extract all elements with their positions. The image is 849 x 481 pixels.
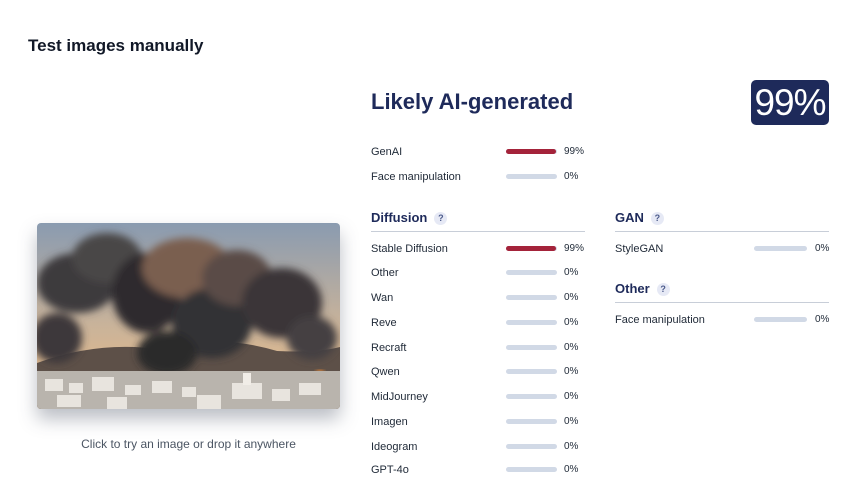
- other-row: Face manipulation 0%: [615, 312, 835, 328]
- uploaded-image-preview[interactable]: [37, 223, 340, 409]
- row-percent: 99%: [564, 146, 585, 157]
- verdict-title: Likely AI-generated: [371, 89, 574, 114]
- score-bar: [506, 444, 557, 449]
- diffusion-row: Stable Diffusion 99%: [371, 241, 591, 257]
- row-label: StyleGAN: [615, 243, 664, 255]
- row-label: Ideogram: [371, 441, 418, 453]
- score-bar: [506, 246, 557, 251]
- row-label: Face manipulation: [371, 171, 461, 183]
- section-title: GAN: [615, 210, 644, 225]
- score-bar: [506, 345, 557, 350]
- row-percent: 0%: [564, 464, 579, 475]
- row-percent: 0%: [564, 317, 579, 328]
- section-title: Diffusion: [371, 210, 428, 225]
- upload-hint: Click to try an image or drop it anywher…: [81, 437, 296, 451]
- row-percent: 0%: [564, 416, 579, 427]
- diffusion-row: Ideogram 0%: [371, 439, 591, 455]
- help-icon[interactable]: ?: [434, 212, 448, 225]
- row-label: Stable Diffusion: [371, 243, 448, 255]
- row-label: Qwen: [371, 366, 400, 378]
- score-bar: [506, 149, 557, 154]
- score-bar: [506, 369, 557, 374]
- row-percent: 0%: [815, 243, 830, 254]
- score-bar: [506, 419, 557, 424]
- smoke-over-city-image: [37, 223, 340, 409]
- help-icon[interactable]: ?: [650, 212, 664, 225]
- row-percent: 0%: [564, 267, 579, 278]
- row-percent: 0%: [564, 171, 579, 182]
- row-label: GPT-4o: [371, 464, 409, 476]
- summary-row: Face manipulation 0%: [371, 169, 591, 185]
- diffusion-row: Other 0%: [371, 265, 591, 281]
- score-bar: [506, 320, 557, 325]
- diffusion-row: GPT-4o 0%: [371, 462, 591, 478]
- row-percent: 0%: [815, 314, 830, 325]
- score-bar-fill: [506, 246, 557, 251]
- section-title: Other: [615, 281, 650, 296]
- section-other: Other?: [615, 281, 829, 303]
- help-icon[interactable]: ?: [656, 283, 670, 296]
- row-percent: 0%: [564, 342, 579, 353]
- score-bar: [506, 270, 557, 275]
- score-bar: [754, 246, 807, 251]
- score-bar: [506, 295, 557, 300]
- row-label: Reve: [371, 317, 397, 329]
- gan-row: StyleGAN 0%: [615, 241, 835, 257]
- row-label: Face manipulation: [615, 314, 705, 326]
- row-label: GenAI: [371, 146, 403, 158]
- score-bar: [506, 394, 557, 399]
- section-gan: GAN?: [615, 210, 829, 232]
- page-title: Test images manually: [28, 36, 204, 55]
- row-label: Wan: [371, 292, 394, 304]
- diffusion-row: Wan 0%: [371, 290, 591, 306]
- row-label: MidJourney: [371, 391, 428, 403]
- score-bar: [506, 174, 557, 179]
- row-percent: 0%: [564, 391, 579, 402]
- diffusion-row: Qwen 0%: [371, 364, 591, 380]
- score-badge: 99%: [751, 80, 829, 125]
- row-percent: 0%: [564, 441, 579, 452]
- row-label: Recraft: [371, 342, 407, 354]
- score-bar-fill: [506, 149, 557, 154]
- row-label: Other: [371, 267, 399, 279]
- diffusion-row: MidJourney 0%: [371, 389, 591, 405]
- section-diffusion: Diffusion?: [371, 210, 585, 232]
- row-percent: 0%: [564, 366, 579, 377]
- summary-row: GenAI 99%: [371, 144, 591, 160]
- row-percent: 0%: [564, 292, 579, 303]
- row-percent: 99%: [564, 243, 585, 254]
- score-bar: [754, 317, 807, 322]
- diffusion-row: Imagen 0%: [371, 414, 591, 430]
- row-label: Imagen: [371, 416, 408, 428]
- score-bar: [506, 467, 557, 472]
- diffusion-row: Reve 0%: [371, 315, 591, 331]
- diffusion-row: Recraft 0%: [371, 340, 591, 356]
